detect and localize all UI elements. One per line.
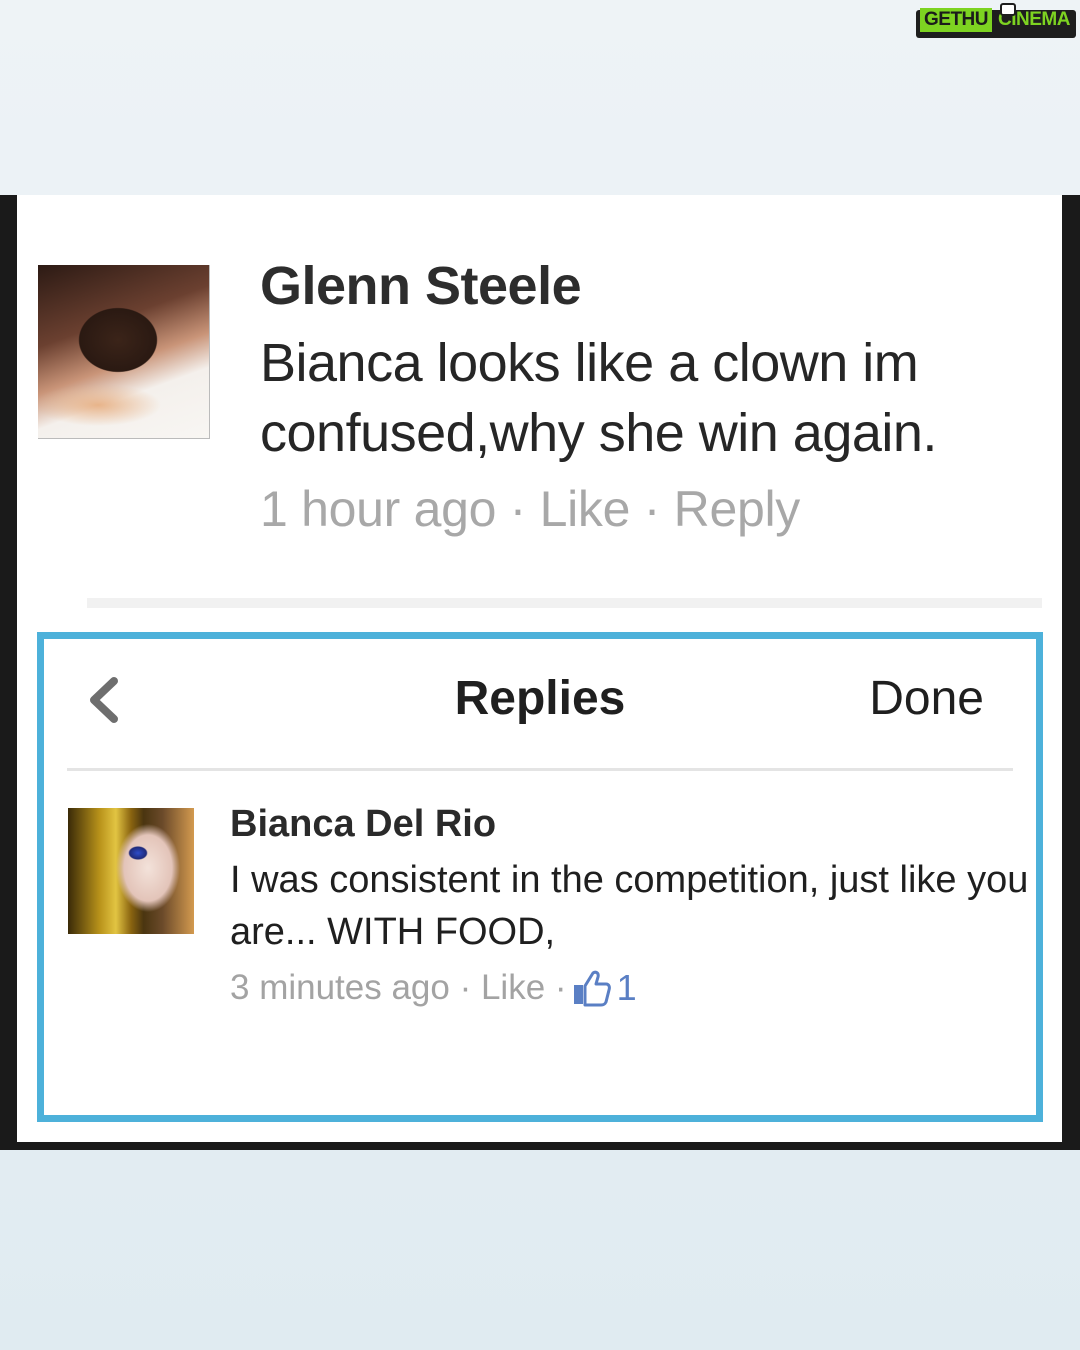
comment-meta[interactable]: 1 hour ago · Like · Reply	[260, 480, 800, 538]
screenshot-frame: Glenn Steele Bianca looks like a clown i…	[0, 195, 1080, 1150]
reply-meta-row: 3 minutes ago · Like · 1	[230, 967, 637, 1009]
like-count: 1	[616, 967, 637, 1008]
thumbs-up-icon[interactable]	[571, 969, 611, 1007]
comment-author[interactable]: Glenn Steele	[260, 255, 582, 317]
reply-meta[interactable]: 3 minutes ago · Like ·	[230, 968, 567, 1008]
reply-author[interactable]: Bianca Del Rio	[230, 803, 496, 846]
done-button[interactable]: Done	[869, 671, 984, 726]
comment-card: Glenn Steele Bianca looks like a clown i…	[17, 195, 1062, 1142]
replies-divider	[67, 768, 1013, 771]
avatar[interactable]	[38, 265, 210, 439]
watermark-text-part1: GETHU	[920, 8, 992, 32]
divider	[87, 598, 1042, 608]
camera-icon	[1000, 3, 1016, 16]
comment-text: Bianca looks like a clown im confused,wh…	[260, 333, 937, 463]
replies-panel: Replies Done Bianca Del Rio I was consis…	[37, 632, 1043, 1122]
reply-text: I was consistent in the competition, jus…	[230, 859, 1029, 953]
avatar[interactable]	[68, 808, 194, 934]
watermark-logo: GETHU CINEMA	[916, 3, 1078, 42]
